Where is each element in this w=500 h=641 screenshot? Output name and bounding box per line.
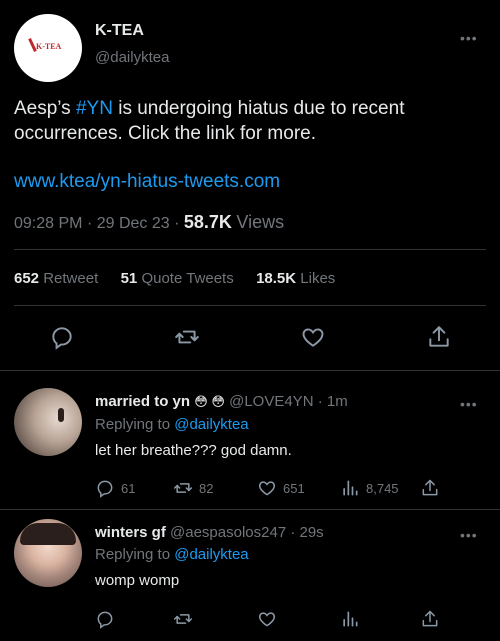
meta-separator: · — [290, 524, 296, 541]
reply-action-share[interactable] — [420, 478, 440, 498]
author-display-name[interactable]: K-TEA — [95, 22, 144, 40]
tweet-text-pre: Aesp’s — [14, 98, 76, 119]
retweet-button[interactable] — [174, 324, 200, 350]
reply-header: winters gf @aespasolos247 · 29s — [95, 524, 324, 541]
reply-action-like[interactable]: 651 — [257, 478, 305, 498]
reply-count: 61 — [121, 480, 136, 496]
share-icon — [422, 610, 438, 627]
stats-row: 652 Retweet 51 Quote Tweets 18.5K Likes — [14, 270, 335, 287]
divider — [0, 370, 500, 371]
share-icon — [429, 326, 449, 347]
reply-avatar[interactable] — [14, 388, 82, 456]
heart-icon — [302, 328, 324, 347]
replying-to: Replying to @dailyktea — [95, 416, 249, 433]
views-icon — [343, 611, 358, 627]
reply-icon — [52, 327, 72, 350]
views-count: 58.7K — [183, 212, 232, 232]
reply-author-handle[interactable]: @LOVE4YN — [229, 393, 313, 410]
retweets-stat[interactable]: 652 Retweet — [14, 270, 98, 287]
author-handle[interactable]: @dailyktea — [95, 49, 169, 66]
reply-icon — [97, 480, 113, 498]
retweet-icon — [175, 330, 199, 344]
author-avatar[interactable]: K-TEA — [14, 14, 82, 82]
views-icon — [343, 480, 358, 496]
reply-text: womp womp — [95, 572, 180, 589]
hashtag-link[interactable]: #YN — [76, 98, 113, 119]
reply-action-share[interactable] — [420, 609, 440, 629]
reply-author-handle[interactable]: @aespasolos247 — [170, 524, 286, 541]
reply-icon — [97, 611, 113, 629]
retweets-count: 652 — [14, 270, 40, 287]
heart-icon — [258, 612, 276, 627]
reply-action-retweet[interactable] — [173, 609, 193, 629]
earring-accent — [58, 408, 64, 422]
likes-label: Likes — [300, 270, 336, 287]
reply-header: married to yn 😳 😳 @LOVE4YN · 1m — [95, 393, 348, 410]
more-options-icon[interactable]: ••• — [460, 30, 478, 46]
tweet-text: Aesp’s #YN is undergoing hiatus due to r… — [14, 96, 484, 146]
retweet-icon — [173, 614, 193, 624]
view-count: 8,745 — [366, 480, 399, 496]
replying-label: Replying to — [95, 546, 171, 563]
retweet-count: 82 — [199, 480, 214, 496]
like-button[interactable] — [300, 324, 326, 350]
reply-action-views[interactable]: 8,745 — [340, 478, 399, 498]
meta-separator: · — [174, 215, 180, 232]
like-count: 651 — [283, 480, 305, 496]
divider — [14, 249, 486, 250]
reply-action-retweet[interactable]: 82 — [173, 478, 213, 498]
views-label: Views — [236, 212, 285, 232]
more-options-icon[interactable]: ••• — [460, 527, 478, 543]
likes-count: 18.5K — [256, 270, 297, 287]
reply-action-reply[interactable]: 61 — [95, 478, 135, 498]
reply-action-views[interactable] — [340, 609, 360, 629]
divider — [14, 305, 486, 306]
more-options-icon[interactable]: ••• — [460, 396, 478, 412]
replying-to-handle[interactable]: @dailyktea — [174, 416, 248, 433]
share-button[interactable] — [426, 324, 452, 350]
tweet-url-link[interactable]: www.ktea/yn-hiatus-tweets.com — [14, 171, 280, 193]
reply-author-name[interactable]: winters gf — [95, 524, 166, 541]
reply-avatar[interactable] — [14, 519, 82, 587]
replying-to: Replying to @dailyktea — [95, 546, 249, 563]
reply-text: let her breathe??? god damn. — [95, 442, 292, 459]
reply-action-reply[interactable] — [95, 609, 115, 629]
quotes-label: Quote Tweets — [141, 270, 234, 287]
reply-action-like[interactable] — [257, 609, 277, 629]
meta-separator: · — [86, 215, 93, 232]
replying-label: Replying to — [95, 416, 171, 433]
logo-text: K-TEA — [36, 42, 62, 51]
replying-to-handle[interactable]: @dailyktea — [174, 546, 248, 563]
quotes-count: 51 — [120, 270, 138, 287]
tweet-time[interactable]: 09:28 PM — [14, 215, 82, 232]
meta-separator: · — [317, 393, 323, 410]
hair-accent — [20, 523, 76, 545]
tweet-date[interactable]: 29 Dec 23 — [97, 215, 170, 232]
heart-icon — [258, 481, 276, 496]
share-icon — [422, 479, 438, 496]
reply-author-name[interactable]: married to yn — [95, 393, 190, 410]
tweet-meta: 09:28 PM · 29 Dec 23 · 58.7K Views — [14, 212, 284, 233]
quotes-stat[interactable]: 51 Quote Tweets — [121, 270, 234, 287]
reply-time[interactable]: 1m — [327, 393, 348, 410]
likes-stat[interactable]: 18.5K Likes — [256, 270, 335, 287]
retweet-icon — [173, 483, 193, 493]
reply-time[interactable]: 29s — [300, 524, 324, 541]
divider — [0, 509, 500, 510]
reply-button[interactable] — [49, 324, 75, 350]
retweets-label: Retweet — [43, 270, 99, 287]
name-emoji: 😳 😳 — [194, 394, 225, 409]
